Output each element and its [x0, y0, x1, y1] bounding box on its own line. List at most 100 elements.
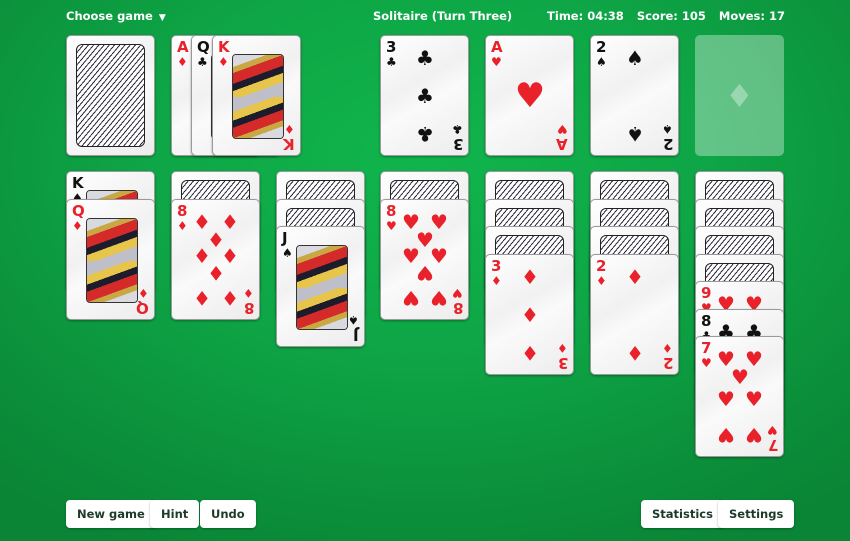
spade-icon: ♠ — [348, 313, 359, 327]
card-rank-bottom: Q — [136, 299, 149, 317]
heart-icon: ♥ — [452, 286, 463, 300]
diamond-pip-icon: ♦ — [626, 341, 644, 365]
diamond-icon: ♦ — [662, 341, 673, 355]
spade-icon: ♠ — [282, 246, 293, 260]
diamond-icon: ♦ — [177, 219, 188, 233]
portrait-lower — [233, 96, 283, 138]
diamond-icon: ♦ — [284, 122, 295, 136]
card-rank-bottom: 2 — [662, 135, 673, 153]
2-of-diamonds-card[interactable]: 2 ♦ 2 ♦ ♦ ♦ — [590, 254, 679, 375]
time-readout: Time: 04:38 — [547, 9, 624, 23]
portrait-upper — [297, 246, 347, 288]
heart-pip-icon: ♥ — [731, 365, 749, 389]
new-game-button[interactable]: New game — [66, 500, 156, 528]
8-of-hearts-card[interactable]: 8 ♥ 8 ♥ ♥ ♥ ♥ ♥ ♥ ♥ ♥ ♥ — [380, 199, 469, 320]
jack-portrait-icon — [296, 245, 348, 330]
heart-icon: ♥ — [386, 219, 397, 233]
heart-pip-icon: ♥ — [416, 261, 434, 285]
spade-pip-icon: ♠ — [626, 46, 644, 70]
portrait-upper — [233, 55, 283, 97]
club-icon: ♣ — [197, 55, 208, 69]
spade-pip-icon: ♠ — [626, 122, 644, 146]
queen-portrait-icon — [86, 218, 138, 303]
card-rank-bottom: 8 — [452, 299, 463, 317]
card-rank: Q — [197, 38, 210, 56]
card-rank: 2 — [596, 257, 607, 275]
diamond-icon: ♦ — [491, 274, 502, 288]
settings-button[interactable]: Settings — [718, 500, 795, 528]
portrait-lower — [87, 260, 137, 302]
card-rank: 8 — [701, 312, 712, 330]
card-rank: 3 — [491, 257, 502, 275]
card-rank: 8 — [386, 202, 397, 220]
3-of-diamonds-card[interactable]: 3 ♦ 3 ♦ ♦ ♦ ♦ — [485, 254, 574, 375]
stock-pile[interactable] — [66, 35, 155, 156]
heart-icon: ♥ — [491, 55, 502, 69]
heart-pip-icon: ♥ — [745, 423, 763, 447]
hint-button[interactable]: Hint — [150, 500, 200, 528]
game-stats: Time: 04:38 Score: 105 Moves: 17 — [547, 9, 785, 23]
diamond-icon: ♦ — [218, 55, 229, 69]
card-rank: J — [282, 229, 288, 247]
ace-of-hearts-card[interactable]: A ♥ A ♥ ♥ — [485, 35, 574, 156]
heart-pip-icon: ♥ — [402, 286, 420, 310]
club-pip-icon: ♣ — [416, 46, 434, 70]
7-of-hearts-card[interactable]: 7 ♥ 7 ♥ ♥ ♥ ♥ ♥ ♥ ♥ ♥ — [695, 336, 784, 457]
2-of-spades-card[interactable]: 2 ♠ 2 ♠ ♠ ♠ — [590, 35, 679, 156]
card-rank: 2 — [596, 38, 607, 56]
card-rank-bottom: 3 — [452, 135, 463, 153]
diamond-icon: ♦ — [596, 274, 607, 288]
card-rank-bottom: K — [283, 135, 295, 153]
dropdown-arrow-icon: ▼ — [158, 13, 166, 23]
card-rank: A — [177, 38, 189, 56]
queen-of-diamonds-card[interactable]: Q ♦ Q ♦ — [66, 199, 155, 320]
heart-pip-icon: ♥ — [745, 387, 763, 411]
portrait-upper — [87, 219, 137, 261]
card-rank: 9 — [701, 284, 712, 302]
top-bar: Choose game ▼ Solitaire (Turn Three) Time… — [0, 9, 850, 27]
diamond-pip-icon: ♦ — [521, 341, 539, 365]
card-rank: 8 — [177, 202, 188, 220]
club-icon: ♣ — [386, 55, 397, 69]
diamond-placeholder-icon: ♦ — [725, 77, 754, 115]
statistics-button[interactable]: Statistics — [641, 500, 724, 528]
heart-pip-icon: ♥ — [717, 423, 735, 447]
jack-of-spades-card[interactable]: J ♠ J ♠ — [276, 226, 365, 347]
undo-button[interactable]: Undo — [200, 500, 256, 528]
heart-pip-icon: ♥ — [514, 76, 546, 116]
diamond-icon: ♦ — [243, 286, 254, 300]
8-of-diamonds-card[interactable]: 8 ♦ 8 ♦ ♦ ♦ ♦ ♦ ♦ ♦ ♦ ♦ — [171, 199, 260, 320]
heart-icon: ♥ — [557, 122, 568, 136]
score-readout: Score: 105 — [636, 9, 706, 23]
card-rank: A — [491, 38, 503, 56]
heart-icon: ♥ — [701, 356, 712, 370]
diamond-pip-icon: ♦ — [521, 303, 539, 327]
3-of-clubs-card[interactable]: 3 ♣ 3 ♣ ♣ ♣ ♣ — [380, 35, 469, 156]
diamond-pip-icon: ♦ — [221, 286, 239, 310]
club-pip-icon: ♣ — [416, 84, 434, 108]
club-pip-icon: ♣ — [416, 122, 434, 146]
diamond-pip-icon: ♦ — [193, 286, 211, 310]
spade-icon: ♠ — [662, 122, 673, 136]
empty-foundation-slot[interactable]: ♦ — [695, 35, 784, 156]
card-rank-bottom: A — [556, 135, 568, 153]
king-portrait-icon — [232, 54, 284, 139]
heart-pip-icon: ♥ — [717, 387, 735, 411]
card-back-pattern — [76, 44, 145, 147]
card-rank: Q — [72, 202, 85, 220]
card-rank-bottom: 3 — [557, 354, 568, 372]
king-of-diamonds-card[interactable]: K ♦ K ♦ — [212, 35, 301, 156]
heart-icon: ♥ — [767, 423, 778, 437]
choose-game-label: Choose game — [66, 9, 153, 23]
club-icon: ♣ — [452, 122, 463, 136]
card-rank-bottom: J — [353, 326, 359, 344]
game-title: Solitaire (Turn Three) — [373, 9, 513, 23]
choose-game-dropdown[interactable]: Choose game ▼ — [66, 9, 166, 23]
card-rank-bottom: 8 — [243, 299, 254, 317]
heart-pip-icon: ♥ — [430, 286, 448, 310]
diamond-pip-icon: ♦ — [626, 265, 644, 289]
diamond-icon: ♦ — [138, 286, 149, 300]
moves-readout: Moves: 17 — [718, 9, 785, 23]
diamond-icon: ♦ — [557, 341, 568, 355]
card-rank: K — [218, 38, 230, 56]
